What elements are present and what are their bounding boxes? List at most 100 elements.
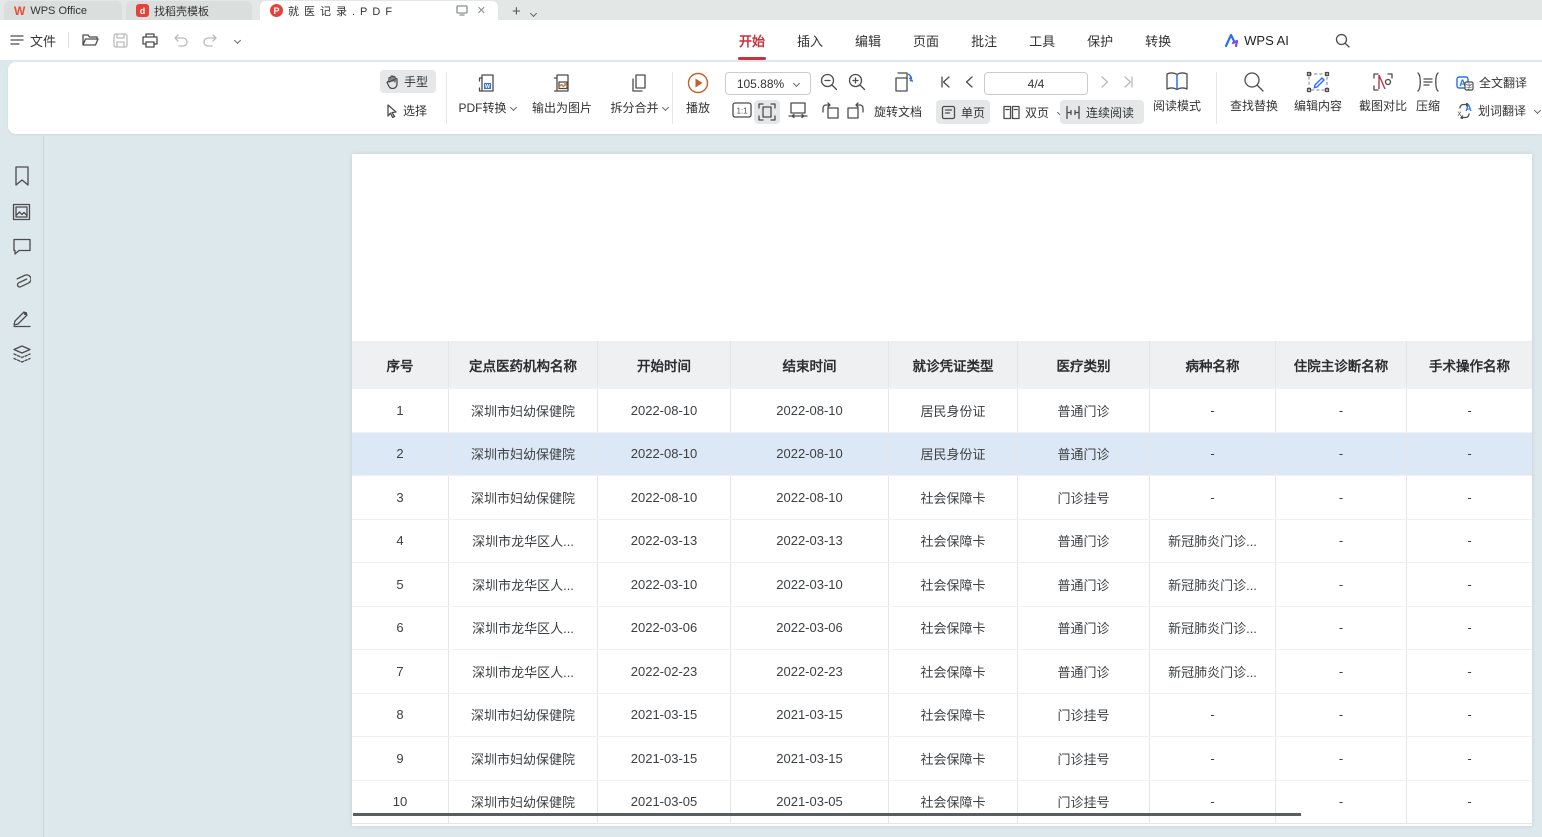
zoom-out-button[interactable] (820, 73, 838, 91)
rotate-right-button[interactable] (846, 102, 866, 119)
previous-page-button[interactable] (964, 75, 974, 89)
table-bottom-scroll-edge (353, 813, 1301, 816)
tab-medical-record-pdf[interactable]: P 就医记录.PDF ✕ (260, 1, 498, 20)
split-merge-label: 拆分合并 (610, 101, 658, 115)
quick-access-chevron-icon[interactable] (234, 36, 241, 43)
last-page-button[interactable] (1122, 75, 1136, 89)
ribbon-tab-edit[interactable]: 编辑 (854, 29, 882, 52)
table-cell: 2022-08-10 (598, 433, 731, 476)
redo-button[interactable] (201, 31, 219, 49)
menu-search-icon[interactable] (1335, 33, 1350, 48)
table-cell: - (1407, 389, 1532, 432)
tab-list-chevron-icon[interactable] (530, 10, 537, 17)
bookmark-icon[interactable] (13, 166, 31, 186)
layers-icon[interactable] (12, 345, 32, 363)
table-cell: - (1276, 433, 1407, 476)
new-tab-button[interactable]: + (508, 3, 525, 20)
zoom-level-select[interactable]: 105.88% (725, 72, 811, 95)
hand-tool-label: 手型 (404, 73, 428, 90)
table-cell: 深圳市妇幼保健院 (449, 389, 598, 432)
table-cell: 新冠肺炎门诊... (1150, 607, 1276, 650)
table-cell: 9 (352, 737, 449, 780)
ribbon-tab-convert[interactable]: 转换 (1144, 29, 1172, 52)
fit-page-button[interactable] (754, 100, 780, 124)
table-cell: 2022-08-10 (731, 389, 889, 432)
page-indicator-value: 4/4 (1028, 77, 1045, 91)
fit-width-button[interactable] (788, 102, 808, 118)
ribbon-tab-home[interactable]: 开始 (738, 29, 766, 52)
rotate-doc-label[interactable]: 旋转文档 (874, 103, 922, 120)
ribbon-tab-tools[interactable]: 工具 (1028, 29, 1056, 52)
wps-ai-label: WPS AI (1244, 33, 1289, 48)
single-page-button[interactable]: 单页 (936, 100, 990, 124)
full-translate-button[interactable]: A 字 全文翻译 (1456, 74, 1527, 91)
find-replace-label: 查找替换 (1230, 97, 1278, 114)
document-sidebar (0, 136, 44, 837)
table-cell: - (1150, 476, 1276, 519)
rotate-left-button[interactable] (820, 102, 840, 119)
table-cell: 2022-03-10 (598, 563, 731, 606)
table-cell: 社会保障卡 (889, 694, 1018, 737)
split-merge-button[interactable]: 拆分合并 (602, 71, 676, 116)
ribbon-toolbar: 手型 选择 W PDF转换 输出为图片 拆分合并 (8, 62, 1542, 134)
continuous-read-button[interactable]: 连续阅读 (1060, 100, 1144, 124)
ribbon-tab-protect[interactable]: 保护 (1086, 29, 1114, 52)
hamburger-icon (10, 34, 24, 46)
wps-ai-button[interactable]: WPS AI (1224, 33, 1289, 48)
select-tool-button[interactable]: 选择 (380, 99, 436, 122)
comment-icon[interactable] (12, 238, 32, 255)
hand-tool-button[interactable]: 手型 (380, 70, 436, 93)
double-page-button[interactable]: 双页 (998, 100, 1063, 124)
first-page-button[interactable] (938, 75, 952, 89)
table-cell: 6 (352, 607, 449, 650)
next-page-button[interactable] (1100, 75, 1110, 89)
wps-ai-logo-icon (1224, 34, 1239, 47)
wps-logo-icon: W (14, 4, 25, 18)
continuous-read-icon (1065, 105, 1081, 120)
table-cell: - (1276, 737, 1407, 780)
table-cell: 2022-02-23 (731, 650, 889, 693)
actual-size-button[interactable]: 1:1 (732, 102, 752, 118)
ribbon-tab-comment[interactable]: 批注 (970, 29, 998, 52)
attachment-icon[interactable] (12, 272, 31, 291)
tab-close-icon[interactable]: ✕ (475, 4, 488, 17)
divider (68, 32, 69, 48)
table-cell: - (1150, 433, 1276, 476)
tab-monitor-icon[interactable] (454, 5, 470, 16)
table-row: 7深圳市龙华区人...2022-02-232022-02-23社会保障卡普通门诊… (352, 649, 1532, 693)
ribbon-tab-insert[interactable]: 插入 (796, 29, 824, 52)
compress-button[interactable]: 压缩 (1408, 71, 1448, 114)
export-image-button[interactable]: 输出为图片 (524, 71, 600, 116)
table-cell: - (1407, 650, 1532, 693)
open-folder-button[interactable] (81, 31, 99, 49)
zoom-in-button[interactable] (848, 73, 866, 91)
rotate-pages-button[interactable] (892, 71, 916, 93)
column-header: 开始时间 (598, 341, 731, 388)
column-header: 结束时间 (731, 341, 889, 388)
select-tool-label: 选择 (403, 102, 427, 119)
ribbon-tab-page[interactable]: 页面 (912, 29, 940, 52)
table-cell: 深圳市龙华区人... (449, 520, 598, 563)
read-mode-button[interactable]: 阅读模式 (1148, 71, 1206, 114)
pdf-convert-button[interactable]: W PDF转换 (452, 71, 522, 116)
page-number-input[interactable]: 4/4 (984, 72, 1088, 95)
thumbnail-icon[interactable] (12, 203, 31, 221)
file-menu-button[interactable]: 文件 (10, 31, 56, 50)
edit-content-button[interactable]: 编辑内容 (1288, 71, 1348, 114)
save-button[interactable] (111, 31, 129, 49)
table-cell: 7 (352, 650, 449, 693)
undo-button[interactable] (171, 31, 189, 49)
table-row: 8深圳市妇幼保健院2021-03-152021-03-15社会保障卡门诊挂号--… (352, 693, 1532, 737)
table-cell: 2021-03-15 (731, 737, 889, 780)
word-translate-button[interactable]: x A 划词翻译 (1456, 102, 1540, 119)
play-button[interactable]: 播放 (676, 71, 720, 116)
svg-text:字: 字 (1466, 81, 1473, 90)
signature-pen-icon[interactable] (12, 308, 32, 328)
window-tab-bar: W WPS Office d 找稻壳模板 P 就医记录.PDF ✕ + (0, 0, 1542, 20)
screenshot-compare-button[interactable]: 截图对比 (1352, 71, 1414, 114)
tab-wps-office[interactable]: W WPS Office (4, 1, 122, 20)
table-cell: 2022-03-10 (731, 563, 889, 606)
tab-docer-templates[interactable]: d 找稻壳模板 (126, 1, 252, 20)
find-replace-button[interactable]: 查找替换 (1224, 71, 1284, 114)
print-button[interactable] (141, 31, 159, 49)
